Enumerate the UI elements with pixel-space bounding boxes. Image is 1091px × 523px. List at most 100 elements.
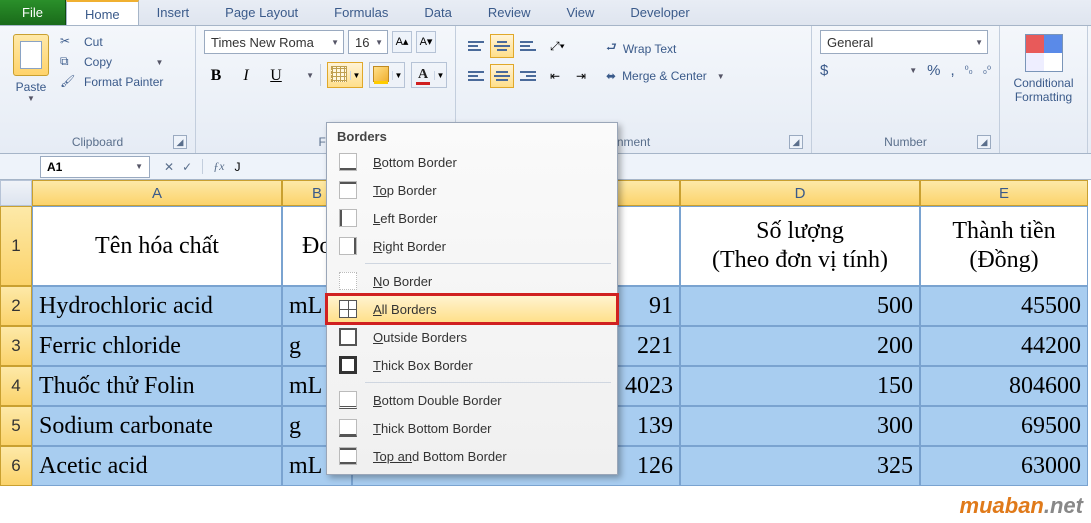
- group-label-alignment: nment: [617, 135, 650, 149]
- tab-view[interactable]: View: [548, 0, 612, 25]
- row-header[interactable]: 3: [0, 326, 32, 366]
- italic-button[interactable]: I: [234, 62, 258, 88]
- cell[interactable]: 63000: [920, 446, 1088, 486]
- paste-button[interactable]: Paste ▼: [8, 30, 54, 133]
- border-option-right[interactable]: Right Border: [327, 232, 617, 260]
- align-center-button[interactable]: [490, 64, 514, 88]
- bold-button[interactable]: B: [204, 62, 228, 88]
- row-header[interactable]: 1: [0, 206, 32, 286]
- font-color-icon: A: [416, 67, 430, 85]
- formula-input[interactable]: J: [224, 160, 240, 174]
- number-format-combo[interactable]: General▼: [820, 30, 988, 54]
- cell[interactable]: Ferric chloride: [32, 326, 282, 366]
- merge-center-button[interactable]: ⬌Merge & Center▼: [602, 67, 729, 85]
- cut-button[interactable]: ✂ Cut: [60, 34, 163, 50]
- shrink-font-button[interactable]: A▾: [416, 31, 436, 53]
- align-left-button[interactable]: [464, 64, 488, 88]
- dialog-launcher-alignment[interactable]: ◢: [789, 135, 803, 149]
- row-header[interactable]: 2: [0, 286, 32, 326]
- grow-font-button[interactable]: A▴: [392, 31, 412, 53]
- font-name-value: Times New Roma: [211, 35, 314, 50]
- border-option-tbot[interactable]: Thick Bottom Border: [327, 414, 617, 442]
- cell[interactable]: Sodium carbonate: [32, 406, 282, 446]
- col-header[interactable]: D: [680, 180, 920, 206]
- fill-color-button[interactable]: ▼: [369, 62, 405, 88]
- percent-button[interactable]: %: [927, 62, 940, 79]
- copy-button[interactable]: ⧉Copy▼: [60, 54, 163, 70]
- cell[interactable]: Tên hóa chất: [32, 206, 282, 286]
- increase-indent-button[interactable]: ⇥: [572, 64, 596, 88]
- cut-label: Cut: [84, 35, 103, 49]
- chevron-down-icon[interactable]: ▼: [905, 66, 917, 75]
- cell[interactable]: Thuốc thử Folin: [32, 366, 282, 406]
- tab-data[interactable]: Data: [406, 0, 469, 25]
- col-header[interactable]: A: [32, 180, 282, 206]
- font-color-button[interactable]: A▼: [411, 62, 447, 88]
- cell[interactable]: 325: [680, 446, 920, 486]
- cell[interactable]: 804600: [920, 366, 1088, 406]
- conditional-formatting-button[interactable]: Conditional Formatting: [1008, 30, 1079, 147]
- comma-button[interactable]: ,: [950, 62, 954, 79]
- dialog-launcher-clipboard[interactable]: ◢: [173, 135, 187, 149]
- chevron-down-icon: ▼: [327, 38, 339, 47]
- dialog-launcher-number[interactable]: ◢: [977, 135, 991, 149]
- orientation-button[interactable]: ⤢▾: [546, 34, 576, 58]
- font-size-combo[interactable]: 16▼: [348, 30, 388, 54]
- border-option-outside[interactable]: Outside Borders: [327, 323, 617, 351]
- col-header[interactable]: E: [920, 180, 1088, 206]
- align-bottom-button[interactable]: [516, 34, 540, 58]
- tab-file[interactable]: File: [0, 0, 66, 25]
- borders-button[interactable]: ▼: [327, 62, 363, 88]
- select-all-corner[interactable]: [0, 180, 32, 206]
- border-option-top[interactable]: Top Border: [327, 176, 617, 204]
- wrap-text-button[interactable]: ⮐Wrap Text: [602, 36, 729, 61]
- border-option-label: Thick Box Border: [373, 358, 473, 373]
- name-box[interactable]: A1▼: [40, 156, 150, 178]
- cell[interactable]: 200: [680, 326, 920, 366]
- border-option-all[interactable]: All Borders: [327, 295, 617, 323]
- cell[interactable]: Acetic acid: [32, 446, 282, 486]
- cell[interactable]: 44200: [920, 326, 1088, 366]
- cell[interactable]: 45500: [920, 286, 1088, 326]
- cancel-formula-button[interactable]: ✕: [164, 160, 174, 174]
- cell[interactable]: 69500: [920, 406, 1088, 446]
- cell[interactable]: Số lượng(Theo đơn vị tính): [680, 206, 920, 286]
- decrease-indent-button[interactable]: ⇤: [546, 64, 570, 88]
- row-header[interactable]: 4: [0, 366, 32, 406]
- tab-review[interactable]: Review: [470, 0, 549, 25]
- format-painter-button[interactable]: 🖌Format Painter: [60, 74, 163, 90]
- underline-button[interactable]: U: [264, 62, 288, 88]
- border-option-dbot[interactable]: Bottom Double Border: [327, 386, 617, 414]
- cell[interactable]: 300: [680, 406, 920, 446]
- row-header[interactable]: 5: [0, 406, 32, 446]
- border-option-none[interactable]: No Border: [327, 267, 617, 295]
- row-header[interactable]: 6: [0, 446, 32, 486]
- currency-button[interactable]: $: [820, 62, 828, 79]
- cell[interactable]: Thành tiền(Đồng): [920, 206, 1088, 286]
- border-option-tb[interactable]: Top and Bottom Border: [327, 442, 617, 470]
- border-option-label: No Border: [373, 274, 432, 289]
- border-option-label: Left Border: [373, 211, 437, 226]
- border-option-label: All Borders: [373, 302, 437, 317]
- border-option-bottom[interactable]: Bottom Border: [327, 148, 617, 176]
- enter-formula-button[interactable]: ✓: [182, 160, 192, 174]
- tab-home[interactable]: Home: [66, 0, 139, 25]
- chevron-down-icon[interactable]: ▼: [302, 71, 314, 80]
- decrease-decimal-button[interactable]: ₀⁰: [983, 66, 991, 76]
- tab-developer[interactable]: Developer: [612, 0, 707, 25]
- border-option-thick[interactable]: Thick Box Border: [327, 351, 617, 379]
- cell[interactable]: 500: [680, 286, 920, 326]
- scissors-icon: ✂: [60, 34, 78, 50]
- border-option-left[interactable]: Left Border: [327, 204, 617, 232]
- cell[interactable]: 150: [680, 366, 920, 406]
- align-top-button[interactable]: [464, 34, 488, 58]
- font-name-combo[interactable]: Times New Roma ▼: [204, 30, 344, 54]
- tab-formulas[interactable]: Formulas: [316, 0, 406, 25]
- tab-pagelayout[interactable]: Page Layout: [207, 0, 316, 25]
- align-middle-button[interactable]: [490, 34, 514, 58]
- increase-decimal-button[interactable]: ⁰₀: [965, 66, 973, 76]
- cell[interactable]: Hydrochloric acid: [32, 286, 282, 326]
- align-right-button[interactable]: [516, 64, 540, 88]
- tab-insert[interactable]: Insert: [139, 0, 208, 25]
- fx-label[interactable]: ƒx: [202, 159, 224, 174]
